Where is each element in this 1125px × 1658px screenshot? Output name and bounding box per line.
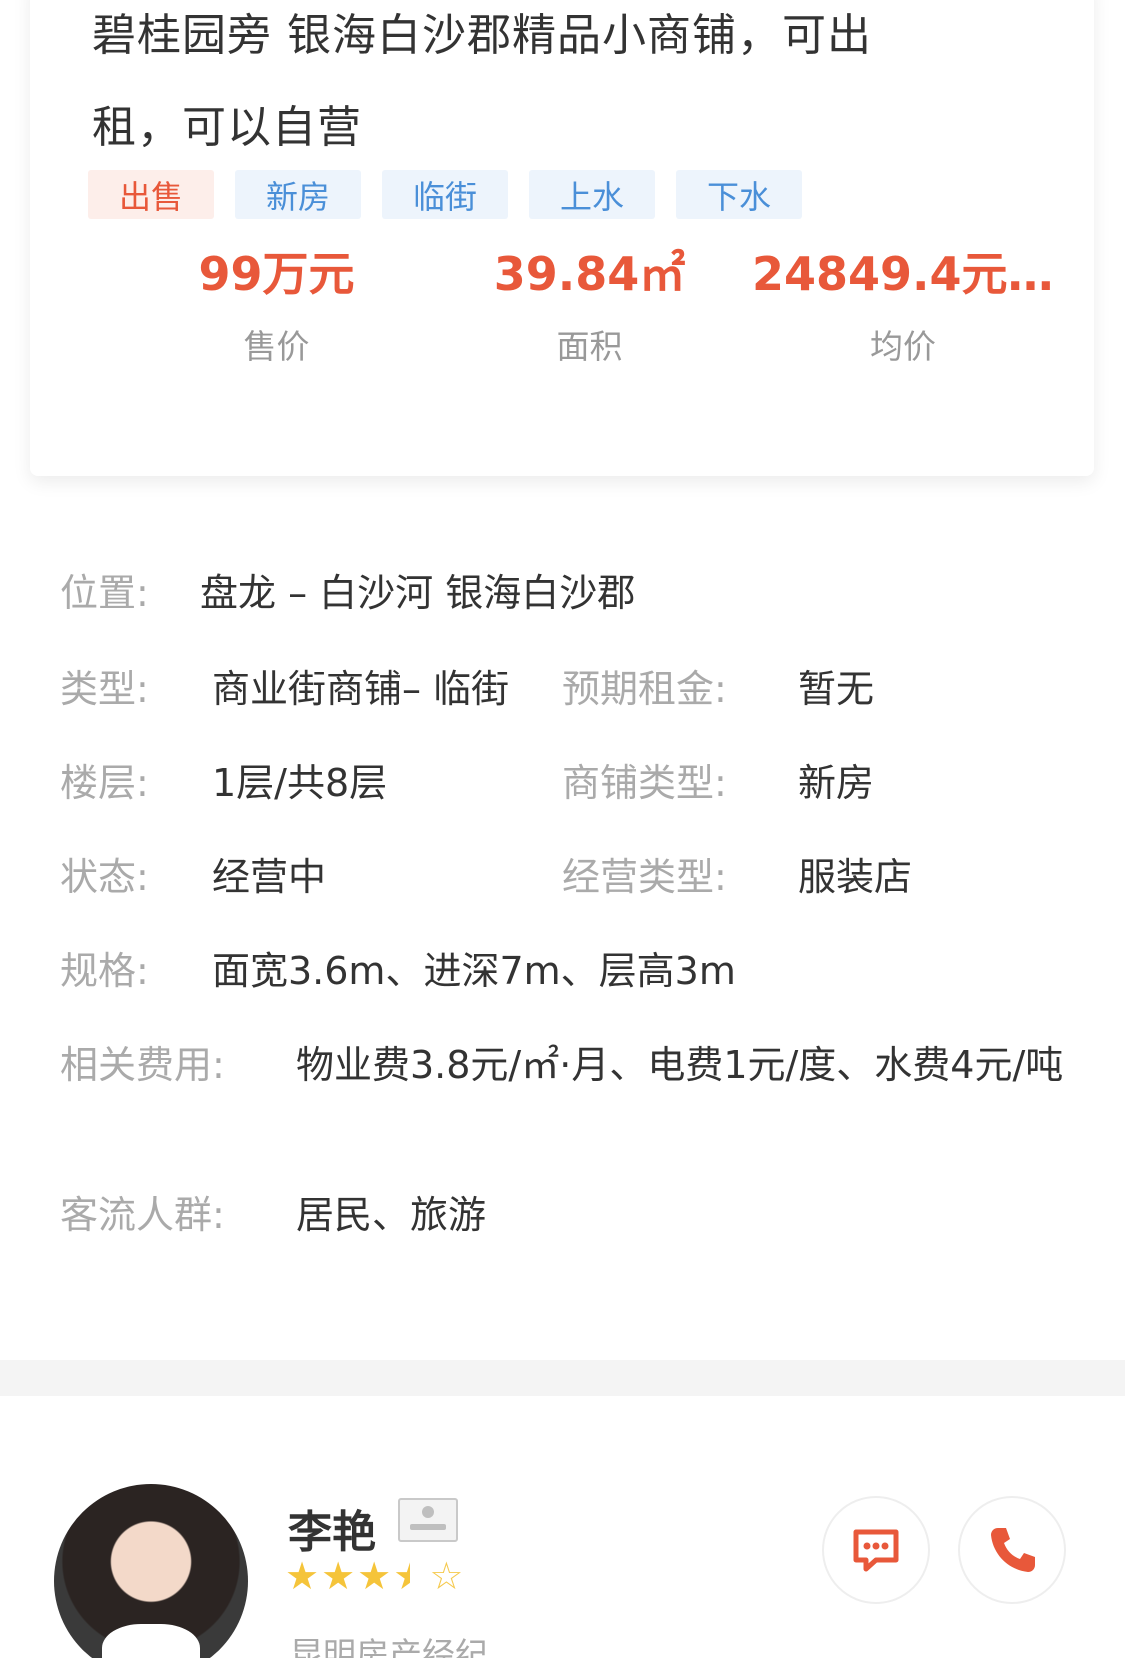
detail-location: 位置: 盘龙 – 白沙河 银海白沙郡 [60, 565, 635, 621]
status-label: 状态: [60, 855, 149, 899]
spec-label: 规格: [60, 949, 149, 993]
fees-label: 相关费用: [60, 1043, 225, 1087]
agent-agency: 昆明房产经纪 [290, 1635, 488, 1658]
fees-value: 物业费3.8元/㎡·月、电费1元/度、水费4元/吨 [296, 1043, 1064, 1087]
price-stats: 99万元 售价 39.84㎡ 面积 24849.4元/㎡ 均价 [120, 242, 1060, 368]
star-empty-icon: ☆ [429, 1554, 464, 1598]
floor-label: 楼层: [60, 761, 149, 805]
type-label: 类型: [60, 667, 149, 711]
stat-area: 39.84㎡ 面积 [433, 242, 746, 368]
tag-sale: 出售 [88, 170, 214, 219]
agent-avatar[interactable] [54, 1484, 248, 1658]
avatar-collar [102, 1624, 200, 1658]
floor-value: 1层/共8层 [212, 761, 388, 805]
tag-new-house: 新房 [235, 170, 361, 219]
star-full-icon: ★ [285, 1554, 320, 1598]
call-button[interactable] [958, 1496, 1066, 1604]
tag-list: 出售 新房 临街 上水 下水 [88, 170, 802, 219]
tag-street-front: 临街 [382, 170, 508, 219]
type-value: 商业街商铺– 临街 [212, 667, 510, 711]
listing-title: 碧桂园旁 银海白沙郡精品小商铺，可出租，可以自营 [92, 10, 872, 153]
price-label: 售价 [243, 327, 310, 366]
expected-rent-value: 暂无 [798, 667, 875, 711]
star-full-icon: ★ [357, 1554, 392, 1598]
star-half-icon: ★ [393, 1554, 428, 1598]
section-divider [0, 1360, 1125, 1396]
detail-row-status: 状态: 经营中 经营类型: 服装店 [60, 849, 1070, 905]
detail-row-fees: 相关费用: 物业费3.8元/㎡·月、电费1元/度、水费4元/吨 [60, 1037, 1070, 1093]
shop-type-value: 新房 [798, 761, 875, 805]
unit-price-value: 24849.4元/㎡ [752, 247, 1060, 301]
star-full-icon: ★ [321, 1554, 356, 1598]
area-value: 39.84㎡ [493, 247, 686, 301]
status-value: 经营中 [212, 855, 327, 899]
agent-card[interactable]: 李艳 ★ ★ ★ ★ ☆ 昆明房产经纪 [0, 1396, 1125, 1658]
chat-icon [853, 1529, 899, 1572]
detail-row-type: 类型: 商业街商铺– 临街 预期租金: 暂无 [60, 661, 1070, 717]
tag-drainage: 下水 [676, 170, 802, 219]
chat-button[interactable] [822, 1496, 930, 1604]
expected-rent-label: 预期租金: [562, 667, 727, 711]
shop-type-label: 商铺类型: [562, 761, 727, 805]
agent-name: 李艳 [288, 1507, 376, 1558]
spec-value: 面宽3.6m、进深7m、层高3m [212, 949, 736, 993]
crowd-value: 居民、旅游 [296, 1193, 487, 1237]
business-type-label: 经营类型: [562, 855, 727, 899]
price-value: 99万元 [198, 247, 355, 301]
stat-unit-price: 24849.4元/㎡ 均价 [746, 242, 1060, 368]
business-type-value: 服装店 [798, 855, 913, 899]
id-card-icon [398, 1498, 458, 1542]
phone-icon [991, 1528, 1035, 1572]
stat-price: 99万元 售价 [120, 242, 433, 368]
area-label: 面积 [556, 327, 623, 366]
location-value: 盘龙 – 白沙河 银海白沙郡 [200, 571, 636, 615]
detail-row-floor: 楼层: 1层/共8层 商铺类型: 新房 [60, 755, 1070, 811]
listing-summary-card: 碧桂园旁 银海白沙郡精品小商铺，可出租，可以自营 出售 新房 临街 上水 下水 … [30, 0, 1094, 476]
unit-price-label: 均价 [870, 327, 936, 366]
crowd-label: 客流人群: [60, 1193, 225, 1237]
detail-row-crowd: 客流人群: 居民、旅游 [60, 1187, 1070, 1243]
tag-water-supply: 上水 [529, 170, 655, 219]
detail-row-spec: 规格: 面宽3.6m、进深7m、层高3m [60, 943, 1070, 999]
agent-rating: ★ ★ ★ ★ ☆ [285, 1556, 463, 1596]
location-label: 位置: [60, 571, 149, 615]
